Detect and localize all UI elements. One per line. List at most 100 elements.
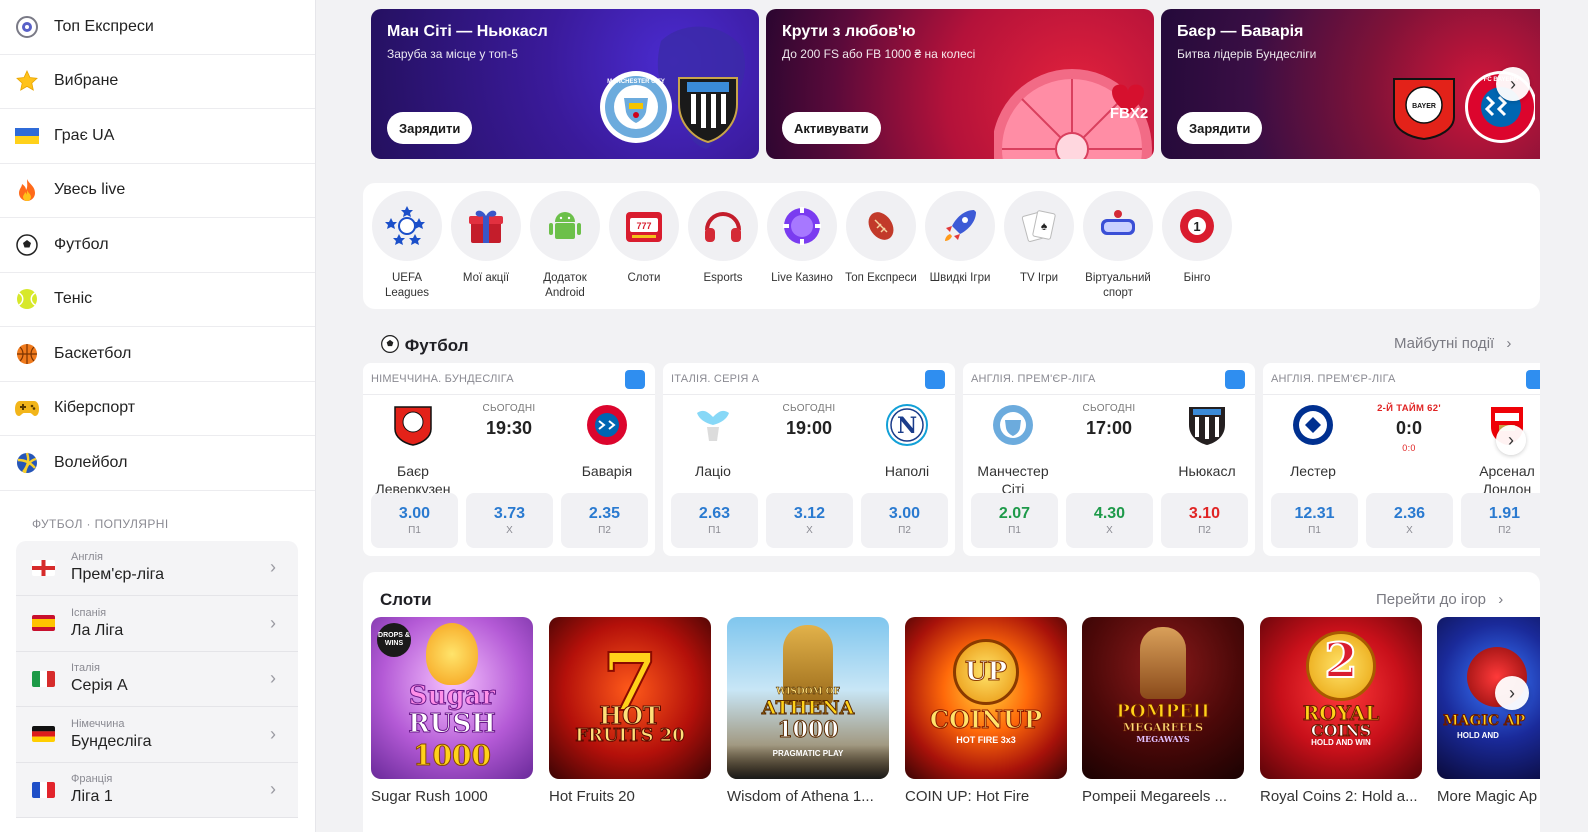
match-card[interactable]: НІМЕЧЧИНА. БУНДЕСЛІГА Баєр Леверкузен СЬ…	[363, 363, 655, 556]
napoli-crest-letter: N	[897, 413, 917, 439]
england-flag-icon	[32, 559, 55, 576]
odd-label: П1	[708, 525, 721, 536]
slot-game-card[interactable]: MAGIC AP HOLD AND More Magic Ap	[1437, 617, 1540, 805]
category-android-app[interactable]: Додаток Android	[527, 191, 603, 301]
team-crest-icon	[394, 406, 432, 446]
slot-thumbnail: POMPEII MEGAREELS MEGAWAYS	[1082, 617, 1244, 779]
match-league: АНГЛІЯ. ПРЕМ'ЄР-ЛІГА	[971, 373, 1096, 385]
banner-activate-button[interactable]: Активувати	[782, 112, 881, 144]
odd-button-home[interactable]: 2.63 П1	[671, 493, 758, 548]
category-slots[interactable]: 777 Слоти	[606, 191, 682, 286]
category-label: Швидкі Ігри	[929, 272, 991, 284]
category-tv-games[interactable]: ♠ TV Ігри	[1001, 191, 1077, 286]
odd-button-away[interactable]: 1.91 П2	[1461, 493, 1540, 548]
slots-carousel-next-button[interactable]: ›	[1495, 676, 1529, 710]
banner-subtitle: Битва лідерів Бундесліги	[1177, 47, 1317, 61]
upcoming-events-link[interactable]: Майбутні події ›	[1394, 335, 1511, 352]
category-label: Додаток Android	[543, 272, 587, 299]
slot-game-card[interactable]: WISDOM OF ATHENA 1000 PRAGMATIC PLAY Wis…	[727, 617, 889, 805]
sidebar-item-volleyball[interactable]: Волейбол	[0, 436, 315, 491]
odd-button-draw[interactable]: 3.12 Х	[766, 493, 853, 548]
odd-button-draw[interactable]: 2.36 Х	[1366, 493, 1453, 548]
match-card[interactable]: ІТАЛІЯ. СЕРІЯ А Лаціо 19:00 СЬОГОДНІ N Н…	[663, 363, 955, 556]
promo-banner-man-city-newcastle[interactable]: Ман Сіті — Ньюкасл Заруба за місце у топ…	[371, 9, 759, 159]
odd-button-away[interactable]: 3.00 П2	[861, 493, 948, 548]
odd-button-home[interactable]: 12.31 П1	[1271, 493, 1358, 548]
headphones-icon	[705, 212, 741, 242]
odd-label: Х	[1106, 525, 1113, 536]
odd-value: 2.36	[1393, 505, 1426, 522]
odd-button-home[interactable]: 2.07 П1	[971, 493, 1058, 548]
match-card-live[interactable]: АНГЛІЯ. ПРЕМ'ЄР-ЛІГА Лестер 2-Й ТАЙМ 62'…	[1263, 363, 1540, 556]
match-card[interactable]: АНГЛІЯ. ПРЕМ'ЄР-ЛІГА Манчестер Сіті СЬОГ…	[963, 363, 1255, 556]
category-virtual-sports[interactable]: Віртуальний спорт	[1080, 191, 1156, 301]
sidebar-item-favorites[interactable]: Вибране	[0, 55, 315, 109]
odd-value: 2.07	[998, 505, 1031, 522]
category-esports[interactable]: Esports	[685, 191, 761, 286]
slot-game-card[interactable]: UP COINUP HOT FIRE 3x3 COIN UP: Hot Fire	[905, 617, 1067, 805]
promo-banner-wheel[interactable]: Крути з любов'ю До 200 FS або FB 1000 ₴ …	[766, 9, 1154, 159]
sidebar-item-basketball[interactable]: Баскетбол	[0, 327, 315, 382]
express-icon	[14, 14, 40, 40]
league-item-premier-league[interactable]: Англія Прем'єр-ліга ›	[16, 541, 298, 596]
odd-button-away[interactable]: 2.35 П2	[561, 493, 648, 548]
category-uefa-leagues[interactable]: UEFA Leagues	[369, 191, 445, 301]
odd-button-draw[interactable]: 3.73 Х	[466, 493, 553, 548]
odd-label: Х	[806, 525, 813, 536]
go-to-games-link[interactable]: Перейти до ігор ›	[1376, 591, 1503, 608]
banner-charge-button[interactable]: Зарядити	[387, 112, 473, 144]
statistics-icon[interactable]	[1526, 370, 1540, 389]
slot-art-text: UP	[964, 657, 1008, 688]
slot-game-card[interactable]: DROPS & WINS Sugar RUSH 1000 Sugar Rush …	[371, 617, 533, 805]
odd-button-draw[interactable]: 4.30 Х	[1066, 493, 1153, 548]
candy-egg-graphic	[426, 623, 478, 685]
category-bingo[interactable]: 1 Бінго	[1159, 191, 1235, 286]
slot-thumbnail: DROPS & WINS Sugar RUSH 1000	[371, 617, 533, 779]
sidebar-item-label: Топ Експреси	[54, 17, 154, 35]
category-live-casino[interactable]: Live Казино	[764, 191, 840, 286]
league-item-bundesliga[interactable]: Німеччина Бундесліга ›	[16, 707, 298, 763]
category-top-express[interactable]: Топ Експреси	[843, 191, 919, 286]
odd-label: П1	[1308, 525, 1321, 536]
category-shortcuts: UEFA Leagues Мої акції Додаток Android 7…	[363, 183, 1540, 309]
slot-game-card[interactable]: 2 ROYAL COINS HOLD AND WIN Royal Coins 2…	[1260, 617, 1422, 805]
sidebar-item-all-live[interactable]: Увесь live	[0, 164, 315, 218]
basketball-icon	[14, 341, 40, 367]
banner-charge-button[interactable]: Зарядити	[1177, 112, 1263, 144]
team-crest-icon	[1293, 405, 1333, 445]
slot-game-card[interactable]: POMPEII MEGAREELS MEGAWAYS Pompeii Megar…	[1082, 617, 1244, 805]
odd-value: 1.91	[1488, 505, 1521, 522]
banner-carousel-next-button[interactable]: ›	[1496, 67, 1530, 101]
home-team-name: Лаціо	[695, 463, 731, 479]
sidebar-item-tennis[interactable]: Теніс	[0, 273, 315, 327]
category-fast-games[interactable]: Швидкі Ігри	[922, 191, 998, 286]
category-label: Esports	[703, 272, 743, 284]
league-item-la-liga[interactable]: Іспанія Ла Ліга ›	[16, 596, 298, 652]
gamepad-icon	[14, 395, 40, 421]
sidebar-item-label: Футбол	[54, 235, 109, 253]
category-my-promos[interactable]: Мої акції	[448, 191, 524, 286]
statistics-icon[interactable]	[1225, 370, 1245, 389]
sidebar-item-esports[interactable]: Кіберспорт	[0, 382, 315, 436]
league-item-serie-a[interactable]: Італія Серія А ›	[16, 652, 298, 707]
bayer-crest-text: BAYER	[1412, 103, 1436, 110]
match-league: ІТАЛІЯ. СЕРІЯ А	[671, 373, 760, 385]
sidebar-item-plays-ua[interactable]: Грає UA	[0, 109, 315, 164]
category-label: TV Ігри	[1019, 272, 1059, 284]
matches-carousel-next-button[interactable]: ›	[1496, 425, 1526, 455]
league-item-ligue-1[interactable]: Франція Ліга 1 ›	[16, 763, 298, 818]
section-title-text: Футбол	[404, 336, 469, 355]
sidebar-item-football[interactable]: Футбол	[0, 218, 315, 273]
odd-button-away[interactable]: 3.10 П2	[1161, 493, 1248, 548]
odd-button-home[interactable]: 3.00 П1	[371, 493, 458, 548]
statistics-icon[interactable]	[925, 370, 945, 389]
slot-art-text: Sugar	[408, 681, 496, 712]
sidebar-item-label: Вибране	[54, 72, 119, 90]
slot-game-card[interactable]: 7 HOT FRUITS 20 Hot Fruits 20	[549, 617, 711, 805]
promo-banner-bayer-bayern[interactable]: Баєр — Баварія Битва лідерів Бундесліги …	[1161, 9, 1540, 159]
popular-leagues-title: ФУТБОЛ · ПОПУЛЯРНІ	[32, 516, 169, 531]
sidebar-item-top-express[interactable]: Топ Експреси	[0, 0, 315, 55]
away-team: Баварія	[559, 401, 655, 480]
statistics-icon[interactable]	[625, 370, 645, 389]
chevron-right-icon: ›	[1506, 335, 1512, 352]
